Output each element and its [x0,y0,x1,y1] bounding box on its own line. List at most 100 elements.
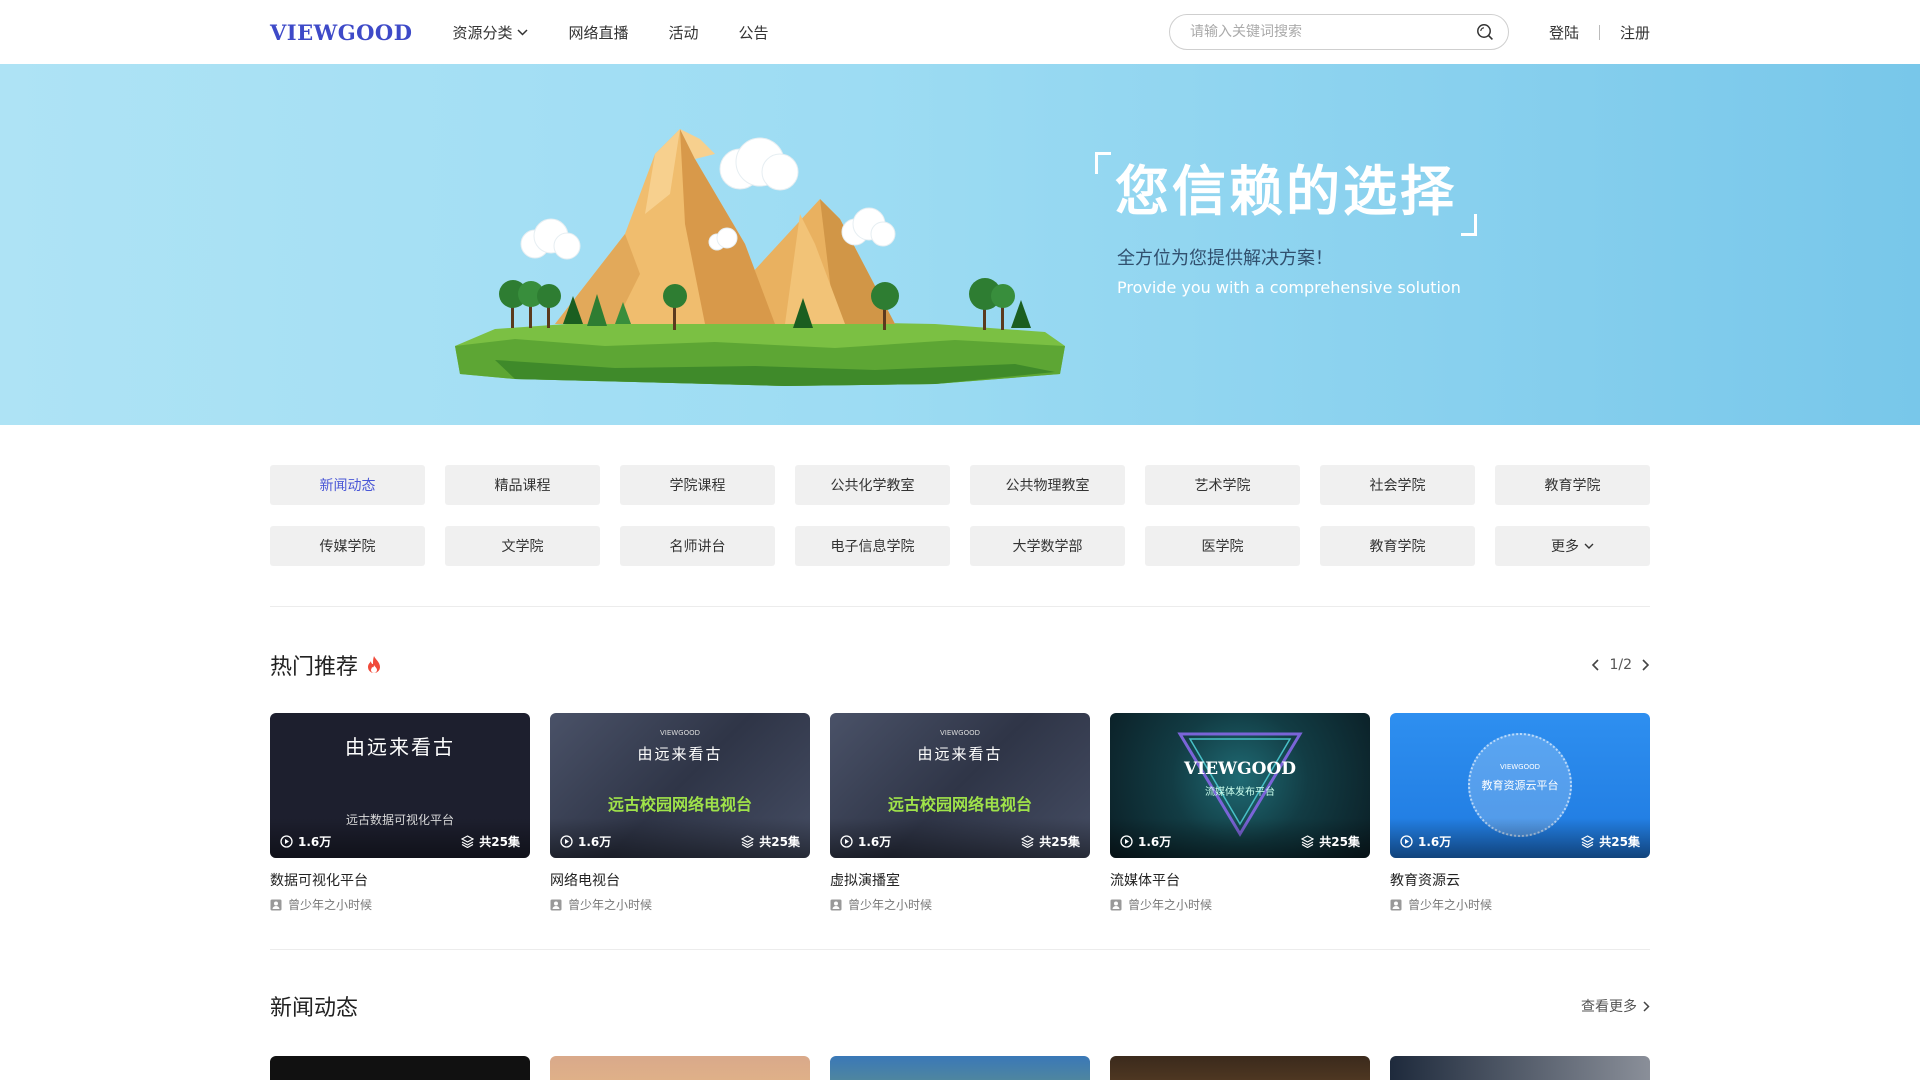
banner-subline-cn: 全方位为您提供解决方案！ [1117,248,1333,269]
nav-activity[interactable]: 活动 [668,22,698,43]
author-name: 曾少年之小时候 [568,898,653,912]
thumb-caption: 教育资源云平台 [1481,779,1559,792]
chevron-down-icon [1584,543,1594,549]
hot-section-header: 热门推荐 1/2 [270,647,1650,683]
thumb-caption: 远古校园网络电视台 [607,795,752,814]
video-card[interactable]: VIEWGOOD 由远来看古 远古校园网络电视台 1.6万 共25集 网络电视台… [550,713,810,913]
card-title[interactable]: 虚拟演播室 [830,870,1090,890]
view-more-link[interactable]: 查看更多 [1581,996,1650,1016]
card-author: 曾少年之小时候 [550,896,810,913]
user-icon [550,899,562,910]
episodes-value: 共25集 [759,835,800,849]
hot-pager: 1/2 [1591,657,1650,673]
news-card-list [270,1056,1650,1080]
register-link[interactable]: 注册 [1620,22,1650,43]
hero-banner[interactable]: 您信赖的选择 全方位为您提供解决方案！ Provide you with a c… [0,64,1920,425]
chevron-right-icon[interactable] [1642,659,1650,671]
auth-links: 登陆 注册 [1549,22,1650,43]
search-input[interactable] [1189,24,1476,40]
category-item[interactable]: 医学院 [1145,526,1300,566]
category-item[interactable]: 名师讲台 [620,526,775,566]
video-card[interactable]: VIEWGOOD 流媒体发布平台 1.6万 共25集 流媒体平台 曾少年之小时候 [1110,713,1370,913]
news-thumbnail[interactable] [270,1056,530,1080]
video-thumbnail[interactable]: 由远来看古 远古数据可视化平台 1.6万 共25集 [270,713,530,858]
category-item[interactable]: 电子信息学院 [795,526,950,566]
views-value: 1.6万 [578,835,612,849]
episodes-value: 共25集 [479,835,520,849]
news-section-title: 新闻动态 [270,996,359,1021]
news-thumbnail[interactable] [1110,1056,1370,1080]
thumb-brand: VIEWGOOD [1183,759,1297,779]
layers-icon [461,835,475,848]
card-title[interactable]: 教育资源云 [1390,870,1650,890]
video-thumbnail[interactable]: VIEWGOOD 由远来看古 远古校园网络电视台 1.6万 共25集 [830,713,1090,858]
card-title[interactable]: 网络电视台 [550,870,810,890]
category-item[interactable]: 教育学院 [1320,526,1475,566]
user-icon [1110,899,1122,910]
view-count: 1.6万 [1400,833,1451,850]
episode-count: 共25集 [1301,833,1360,850]
category-item[interactable]: 艺术学院 [1145,465,1300,505]
thumb-caption: 远古校园网络电视台 [887,795,1032,814]
page-indicator: 1/2 [1609,657,1632,673]
play-circle-icon [280,835,293,848]
video-card[interactable]: VIEWGOOD 由远来看古 远古校园网络电视台 1.6万 共25集 虚拟演播室… [830,713,1090,913]
nav-announcement[interactable]: 公告 [739,22,769,43]
video-thumbnail[interactable]: VIEWGOOD 教育资源云平台 1.6万 共25集 [1390,713,1650,858]
category-item[interactable]: 新闻动态 [270,465,425,505]
author-name: 曾少年之小时候 [1408,898,1493,912]
category-more-button[interactable]: 更多 [1495,526,1650,566]
fire-icon [368,656,381,673]
category-item[interactable]: 公共物理教室 [970,465,1125,505]
hot-card-list: 由远来看古 远古数据可视化平台 1.6万 共25集 数据可视化平台 曾少年之小时… [270,713,1650,913]
top-header: VIEWGOOD 资源分类 网络直播 活动 公告 登陆 注册 [0,0,1920,64]
category-item[interactable]: 社会学院 [1320,465,1475,505]
episodes-value: 共25集 [1599,835,1640,849]
user-icon [1390,899,1402,910]
search-icon[interactable] [1476,23,1494,41]
section-divider [270,606,1650,607]
category-item[interactable]: 大学数学部 [970,526,1125,566]
nav-live[interactable]: 网络直播 [568,22,628,43]
divider [1598,24,1600,40]
category-item[interactable]: 公共化学教室 [795,465,950,505]
video-card[interactable]: VIEWGOOD 教育资源云平台 1.6万 共25集 教育资源云 曾少年之小时候 [1390,713,1650,913]
bracket-decoration [1461,214,1477,236]
author-name: 曾少年之小时候 [288,898,373,912]
news-thumbnail[interactable] [1390,1056,1650,1080]
author-name: 曾少年之小时候 [1128,898,1213,912]
category-item[interactable]: 精品课程 [445,465,600,505]
news-thumbnail[interactable] [550,1056,810,1080]
nav-resource-categories[interactable]: 资源分类 [452,22,528,43]
view-more-label: 查看更多 [1581,999,1637,1015]
view-count: 1.6万 [280,833,331,850]
video-thumbnail[interactable]: VIEWGOOD 流媒体发布平台 1.6万 共25集 [1110,713,1370,858]
news-section-header: 新闻动态 查看更多 [270,988,1650,1024]
views-value: 1.6万 [298,835,332,849]
view-count: 1.6万 [1120,833,1171,850]
category-item[interactable]: 文学院 [445,526,600,566]
category-item[interactable]: 教育学院 [1495,465,1650,505]
card-title[interactable]: 数据可视化平台 [270,870,530,890]
view-count: 1.6万 [560,833,611,850]
category-item[interactable]: 学院课程 [620,465,775,505]
chevron-left-icon[interactable] [1591,659,1600,671]
category-item[interactable]: 传媒学院 [270,526,425,566]
thumb-calligraphy: 由远来看古 [345,735,455,759]
card-author: 曾少年之小时候 [830,896,1090,913]
user-icon [270,899,282,910]
chevron-down-icon [517,28,528,36]
news-thumbnail[interactable] [830,1056,1090,1080]
logo[interactable]: VIEWGOOD [270,20,412,45]
hot-section-title: 热门推荐 [270,655,359,680]
thumb-caption: 流媒体发布平台 [1205,787,1275,798]
episode-count: 共25集 [741,833,800,850]
login-link[interactable]: 登陆 [1549,22,1579,43]
nav-label: 资源分类 [452,23,513,42]
search-box [1168,14,1509,50]
video-thumbnail[interactable]: VIEWGOOD 由远来看古 远古校园网络电视台 1.6万 共25集 [550,713,810,858]
card-title[interactable]: 流媒体平台 [1110,870,1370,890]
bracket-decoration [1095,152,1111,174]
video-card[interactable]: 由远来看古 远古数据可视化平台 1.6万 共25集 数据可视化平台 曾少年之小时… [270,713,530,913]
author-name: 曾少年之小时候 [848,898,933,912]
